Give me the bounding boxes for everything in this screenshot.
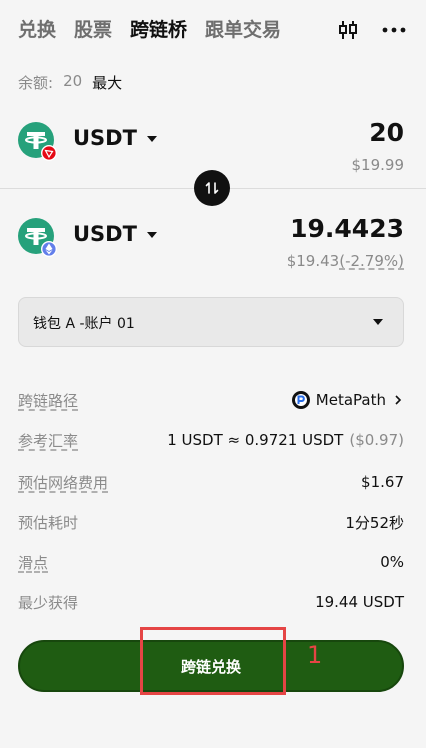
to-fiat-value: $19.43(-2.79%): [287, 252, 404, 270]
top-icons: [336, 18, 406, 42]
tab-swap[interactable]: 兑换: [18, 14, 56, 46]
time-row: 预估耗时 1分52秒: [18, 510, 404, 534]
tab-copy-trading[interactable]: 跟单交易: [205, 14, 281, 46]
to-token-row: USDT 19.4423 $19.43(-2.79%): [18, 214, 404, 284]
from-token-symbol: USDT: [73, 126, 137, 150]
metapath-logo-icon: [291, 391, 310, 409]
annotation-box: [140, 627, 286, 695]
time-label: 预估耗时: [18, 513, 79, 532]
price-impact: (-2.79%): [339, 252, 404, 270]
top-tabs: 兑换 股票 跨链桥 跟单交易: [18, 14, 281, 46]
candlestick-icon[interactable]: [336, 18, 360, 42]
caret-down-icon: [146, 232, 157, 238]
minimum-row: 最少获得 19.44 USDT: [18, 590, 404, 614]
more-icon[interactable]: [382, 18, 406, 42]
slippage-value: 0%: [380, 553, 404, 571]
wallet-label: 钱包 A -账户 01: [33, 316, 135, 332]
to-token-symbol: USDT: [73, 222, 137, 246]
wallet-selector[interactable]: 钱包 A -账户 01: [18, 297, 404, 347]
rate-label: 参考汇率: [18, 431, 79, 450]
to-fiat: $19.43: [286, 252, 340, 270]
chevron-right-icon: [395, 395, 402, 405]
to-token-selector[interactable]: USDT: [73, 222, 157, 246]
to-amount: 19.4423: [290, 214, 404, 243]
rate-text: 1 USDT ≈ 0.9721 USDT: [167, 431, 344, 449]
fee-label: 预估网络费用: [18, 473, 109, 492]
minimum-value: 19.44 USDT: [315, 593, 404, 611]
from-token-selector[interactable]: USDT: [73, 126, 157, 150]
max-button[interactable]: 最大: [92, 72, 122, 93]
route-label: 跨链路径: [18, 391, 79, 410]
balance: 余额: 20 最大: [18, 72, 122, 93]
rate-fiat: ($0.97): [349, 431, 404, 449]
caret-down-icon: [146, 136, 157, 142]
time-value: 1分52秒: [345, 513, 404, 532]
annotation-number: 1: [307, 641, 323, 669]
fee-row: 预估网络费用 $1.67: [18, 470, 404, 494]
from-amount-input[interactable]: 20: [369, 118, 404, 147]
rate-value: 1 USDT ≈ 0.9721 USDT ($0.97): [167, 431, 404, 449]
tab-bridge[interactable]: 跨链桥: [130, 14, 187, 46]
fee-value: $1.67: [361, 473, 404, 491]
tether-logo-icon: [18, 218, 57, 257]
route-row[interactable]: 跨链路径 MetaPath: [18, 388, 404, 412]
minimum-label: 最少获得: [18, 593, 79, 612]
balance-label: 余额:: [18, 74, 54, 92]
balance-value: 20: [63, 72, 83, 90]
tether-logo-icon: [18, 122, 57, 161]
caret-down-icon: [373, 319, 383, 325]
slippage-label: 滑点: [18, 553, 49, 572]
rate-row: 参考汇率 1 USDT ≈ 0.9721 USDT ($0.97): [18, 428, 404, 452]
swap-direction-button[interactable]: [194, 170, 230, 206]
route-name: MetaPath: [315, 391, 386, 409]
tab-stocks[interactable]: 股票: [74, 14, 112, 46]
route-value[interactable]: MetaPath: [291, 391, 404, 409]
swap-arrows-icon: [205, 182, 219, 194]
from-fiat-value: $19.99: [351, 156, 405, 174]
slippage-row[interactable]: 滑点 0%: [18, 550, 404, 574]
